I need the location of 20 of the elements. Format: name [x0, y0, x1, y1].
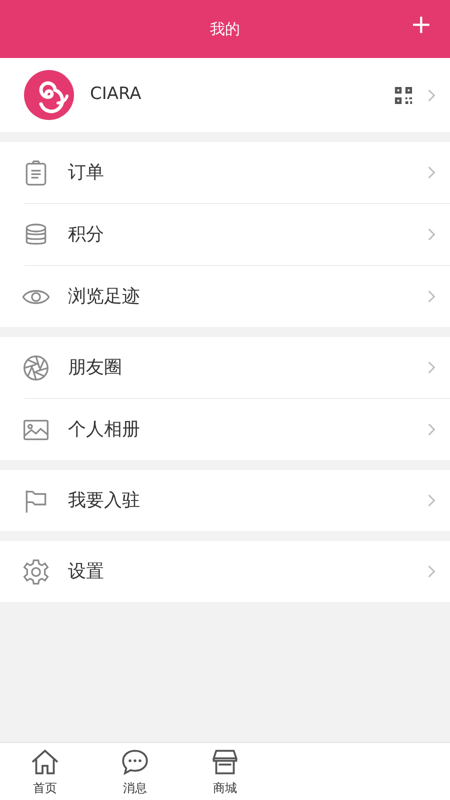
home-icon: [30, 746, 60, 776]
chevron-icon: [427, 88, 436, 102]
add-button[interactable]: +: [406, 12, 436, 38]
aperture-icon: [22, 354, 50, 382]
profile-row[interactable]: CIARA: [0, 58, 450, 132]
chevron-icon: [427, 564, 436, 579]
avatar-logo: [24, 70, 74, 120]
chevron-icon: [427, 227, 436, 242]
qr-code-icon[interactable]: [394, 86, 413, 104]
user-name: CIARA: [90, 83, 142, 106]
chevron-icon: [427, 165, 436, 180]
page-title: 我的: [210, 18, 240, 40]
chevron-icon: [427, 493, 436, 508]
chevron-icon: [427, 360, 436, 375]
settings-icon: [22, 558, 50, 586]
chevron-icon: [427, 289, 436, 304]
tab-item[interactable]: 消息: [90, 743, 180, 800]
tab-item[interactable]: 首页: [0, 743, 90, 800]
chevron-icon: [427, 422, 436, 437]
tab-item[interactable]: 商城: [180, 743, 270, 800]
